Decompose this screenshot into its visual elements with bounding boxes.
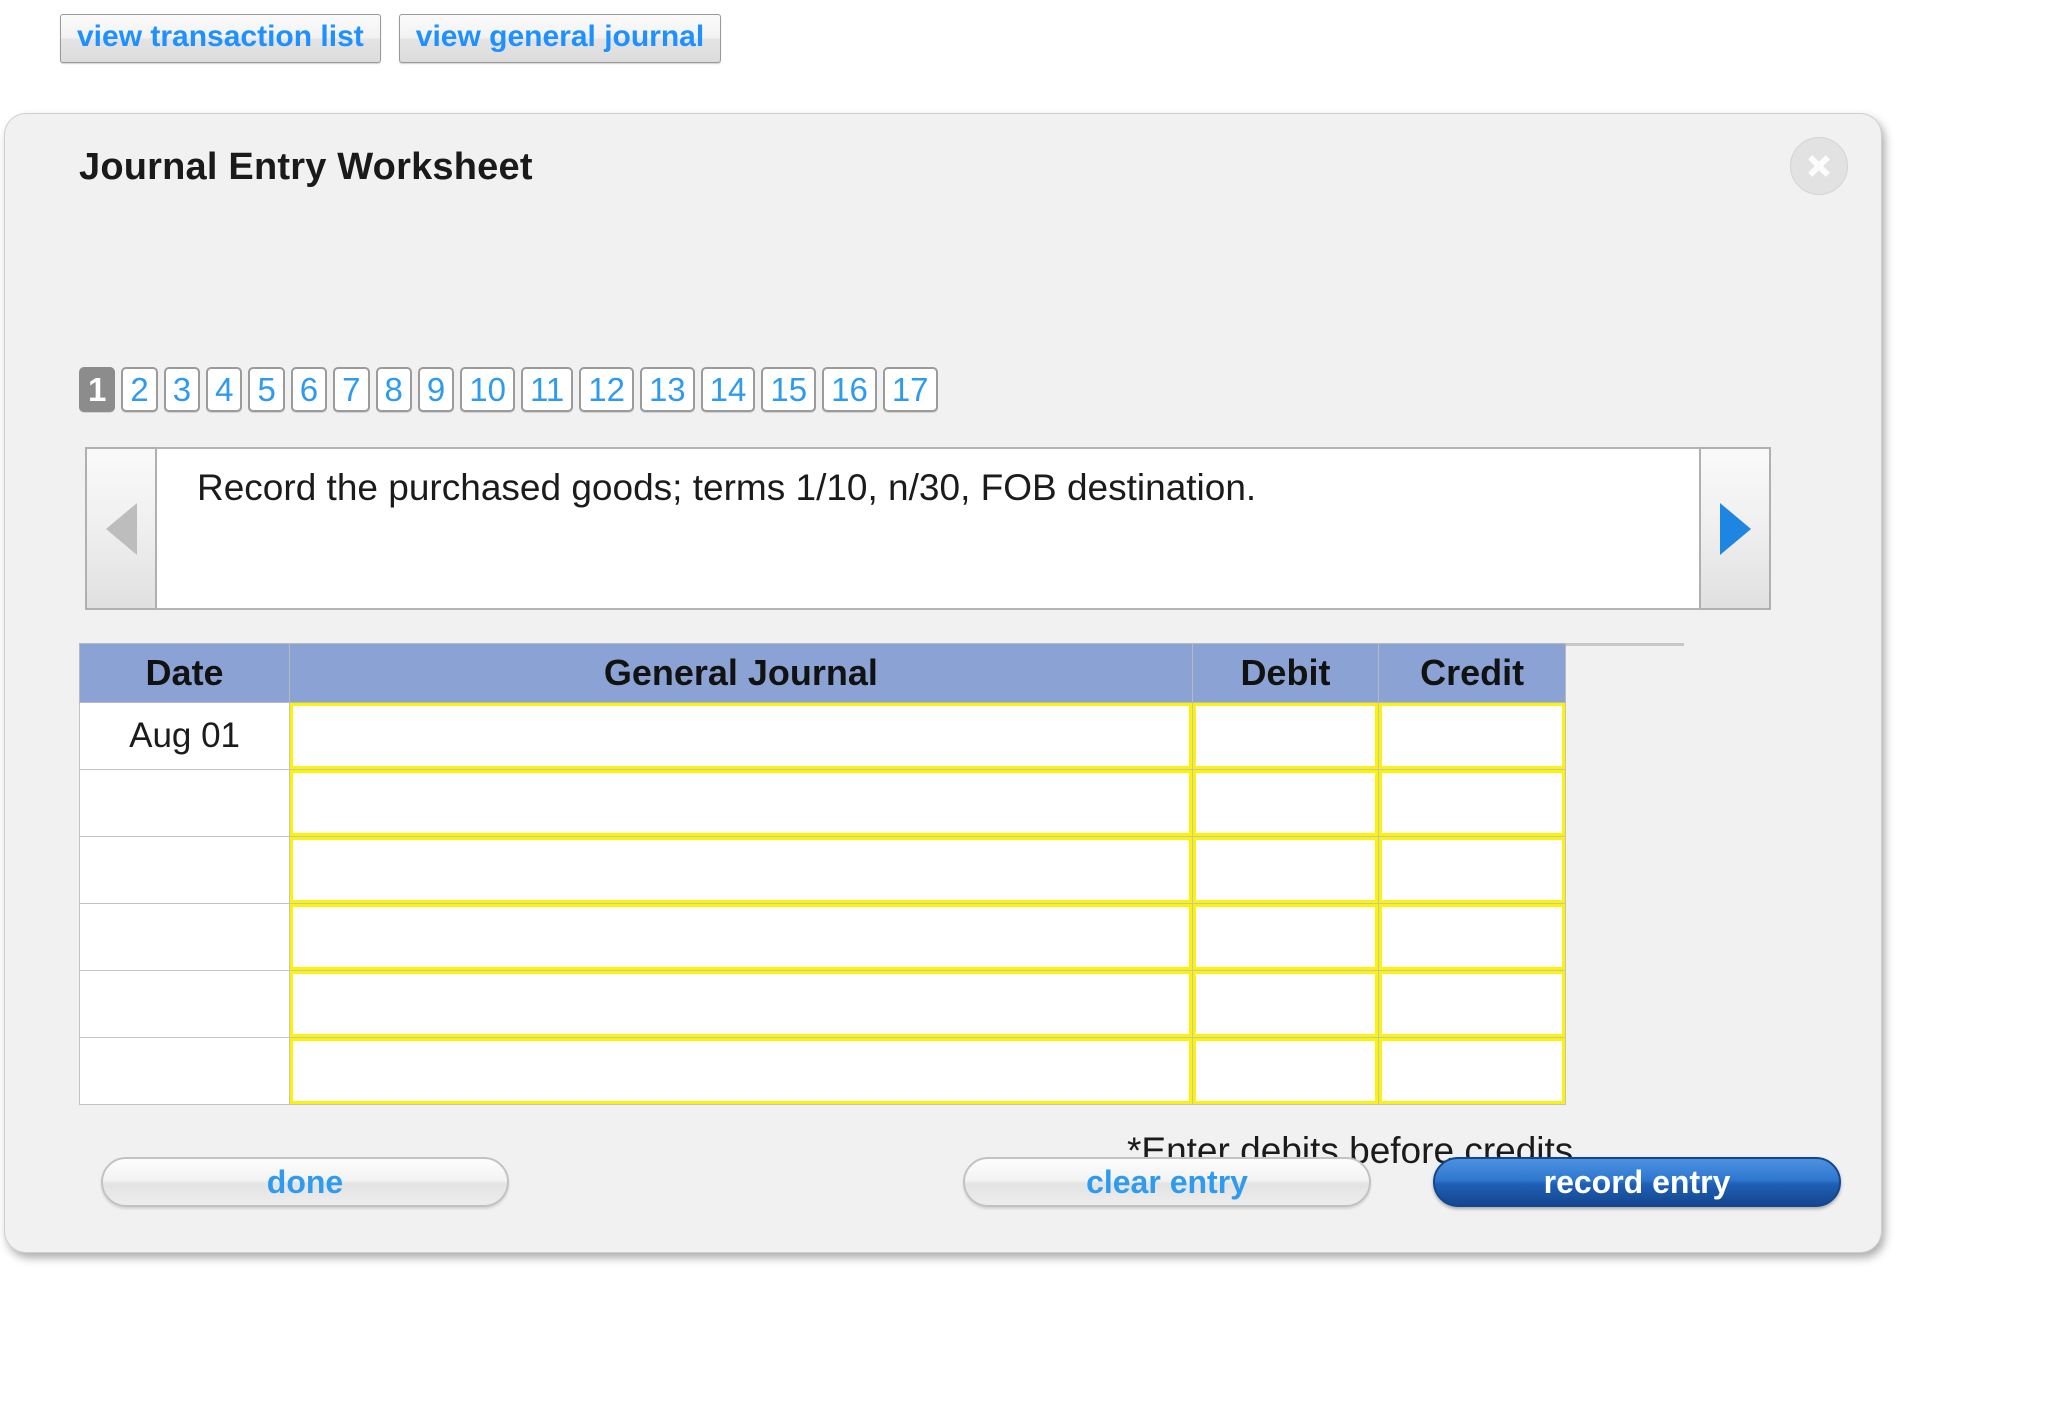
cell-credit [1378, 702, 1566, 770]
worksheet-tab-6[interactable]: 6 [290, 367, 328, 412]
close-icon[interactable] [1790, 137, 1848, 195]
cell-general-journal [289, 903, 1193, 971]
cell-date [78, 769, 291, 837]
cell-debit [1191, 769, 1380, 837]
view-transaction-list-button[interactable]: view transaction list [60, 14, 381, 63]
debit-input[interactable] [1192, 703, 1379, 769]
cell-date [78, 970, 291, 1038]
worksheet-tab-17[interactable]: 17 [882, 367, 938, 412]
account-name-input[interactable] [290, 837, 1192, 903]
next-entry-button[interactable] [1699, 447, 1771, 610]
done-button[interactable]: done [101, 1157, 509, 1207]
table-row: Aug 01 [78, 702, 1566, 770]
cell-date [78, 903, 291, 971]
table-header-row: Date General Journal Debit Credit [78, 643, 1566, 703]
credit-input[interactable] [1379, 837, 1565, 903]
worksheet-tab-1[interactable]: 1 [79, 367, 116, 412]
debit-input[interactable] [1192, 770, 1379, 836]
account-name-input[interactable] [290, 1038, 1192, 1104]
cell-general-journal [289, 970, 1193, 1038]
debit-input[interactable] [1192, 837, 1379, 903]
cell-credit [1378, 1037, 1566, 1105]
cell-debit [1191, 1037, 1380, 1105]
worksheet-tab-10[interactable]: 10 [460, 367, 515, 412]
table-row [78, 1037, 1566, 1105]
record-entry-button[interactable]: record entry [1433, 1157, 1841, 1207]
cell-date: Aug 01 [78, 702, 291, 770]
worksheet-tab-8[interactable]: 8 [375, 367, 412, 412]
table-row [78, 903, 1566, 971]
prompt-navigator: Record the purchased goods; terms 1/10, … [85, 447, 1771, 610]
worksheet-tab-16[interactable]: 16 [822, 367, 877, 412]
triangle-right-icon [1719, 502, 1751, 555]
worksheet-tab-3[interactable]: 3 [163, 367, 201, 412]
cell-general-journal [289, 702, 1193, 770]
cell-debit [1191, 903, 1380, 971]
account-name-input[interactable] [290, 971, 1192, 1037]
top-view-bar: view transaction list view general journ… [60, 14, 722, 63]
cell-date [78, 836, 291, 904]
worksheet-tab-13[interactable]: 13 [639, 367, 695, 412]
triangle-left-icon [105, 502, 137, 555]
credit-input[interactable] [1379, 703, 1565, 769]
worksheet-tab-11[interactable]: 11 [520, 367, 574, 412]
account-name-input[interactable] [290, 770, 1192, 836]
page-title: Journal Entry Worksheet [79, 146, 533, 188]
view-general-journal-button[interactable]: view general journal [398, 14, 722, 63]
cell-debit [1191, 836, 1380, 904]
general-journal-table: Date General Journal Debit Credit Aug 01 [78, 643, 1566, 1105]
column-header-credit: Credit [1378, 643, 1566, 703]
debit-input[interactable] [1192, 1038, 1379, 1104]
cell-general-journal [289, 1037, 1193, 1105]
journal-table-body: Aug 01 [78, 702, 1566, 1105]
column-header-date: Date [78, 643, 291, 703]
worksheet-tab-4[interactable]: 4 [206, 367, 243, 412]
worksheet-tab-5[interactable]: 5 [248, 367, 285, 412]
account-name-input[interactable] [290, 904, 1192, 970]
worksheet-tab-9[interactable]: 9 [417, 367, 455, 412]
cell-debit [1191, 702, 1380, 770]
credit-input[interactable] [1379, 1038, 1565, 1104]
cell-debit [1191, 970, 1380, 1038]
worksheet-tab-7[interactable]: 7 [333, 367, 370, 412]
debit-input[interactable] [1192, 904, 1379, 970]
table-row [78, 836, 1566, 904]
previous-entry-button[interactable] [85, 447, 157, 610]
credit-input[interactable] [1379, 904, 1565, 970]
credit-input[interactable] [1379, 971, 1565, 1037]
worksheet-tab-12[interactable]: 12 [579, 367, 634, 412]
cell-credit [1378, 970, 1566, 1038]
debit-input[interactable] [1192, 971, 1379, 1037]
worksheet-tab-list: 1 2 3 4 5 6 7 8 9 10 11 12 13 14 15 16 17 [79, 367, 938, 412]
account-name-input[interactable] [290, 703, 1192, 769]
column-header-general-journal: General Journal [289, 643, 1193, 703]
cell-date [78, 1037, 291, 1105]
journal-entry-worksheet-panel: Journal Entry Worksheet 1 2 3 4 5 6 7 8 9 10 11 12 1… [4, 113, 1882, 1253]
cell-credit [1378, 903, 1566, 971]
worksheet-tab-2[interactable]: 2 [121, 367, 158, 412]
table-row [78, 970, 1566, 1038]
cell-credit [1378, 769, 1566, 837]
journal-table-wrapper: Date General Journal Debit Credit Aug 01 [78, 643, 1684, 1105]
cell-credit [1378, 836, 1566, 904]
prompt-text: Record the purchased goods; terms 1/10, … [157, 447, 1699, 610]
cell-general-journal [289, 836, 1193, 904]
clear-entry-button[interactable]: clear entry [963, 1157, 1371, 1207]
cell-general-journal [289, 769, 1193, 837]
worksheet-tab-14[interactable]: 14 [700, 367, 756, 412]
column-header-debit: Debit [1191, 643, 1380, 703]
table-row [78, 769, 1566, 837]
worksheet-tab-15[interactable]: 15 [761, 367, 817, 412]
table-top-rule [1566, 643, 1684, 646]
credit-input[interactable] [1379, 770, 1565, 836]
